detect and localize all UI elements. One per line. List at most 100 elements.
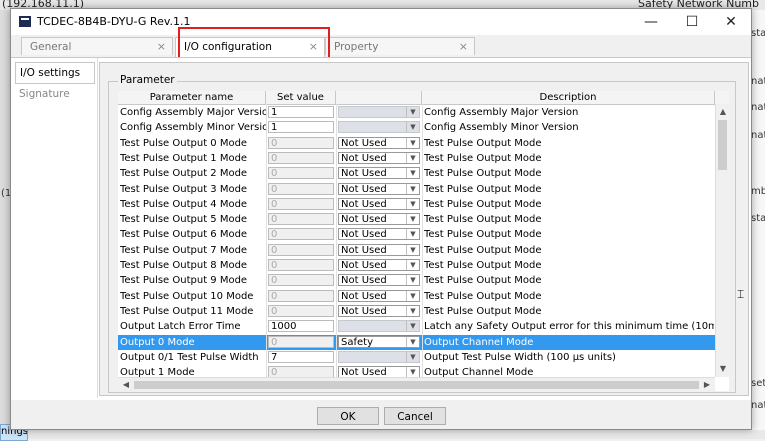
column-header-name[interactable]: Parameter name <box>118 91 266 104</box>
tab-strip: General × I/O configuration × Property × <box>11 37 751 57</box>
parameter-row[interactable]: Test Pulse Output 2 Mode 0 Not Used ▼ Test P… <box>118 166 715 181</box>
scroll-thumb[interactable] <box>134 381 699 389</box>
dropdown-arrow-icon[interactable]: ▼ <box>406 244 419 255</box>
parameter-row[interactable]: Test Pulse Output 1 Mode 0 Not Used ▼ Test P… <box>118 151 715 166</box>
parameter-row[interactable]: Test Pulse Output 3 Mode 0 Not Used ▼ Test P… <box>118 182 715 197</box>
parameter-row[interactable]: Config Assembly Minor Version 1 ▼ Config As… <box>118 120 715 135</box>
mode-dropdown[interactable]: Not Used ▼ <box>338 213 420 226</box>
dropdown-arrow-icon[interactable]: ▼ <box>406 290 419 301</box>
scroll-thumb[interactable] <box>718 120 727 170</box>
dropdown-arrow-icon[interactable]: ▼ <box>406 137 419 148</box>
dropdown-arrow-icon[interactable]: ▼ <box>406 351 419 362</box>
dropdown-arrow-icon[interactable]: ▼ <box>406 214 419 225</box>
dropdown-arrow-icon[interactable]: ▼ <box>406 198 419 209</box>
parameter-row[interactable]: Output Latch Error Time 1000 ▼ Latch any Sa… <box>118 319 715 334</box>
mode-dropdown[interactable]: Not Used ▼ <box>338 151 420 164</box>
set-value-field[interactable]: 1 <box>268 121 334 134</box>
mode-dropdown-value: Not Used <box>341 183 387 195</box>
close-button[interactable]: ✕ <box>711 9 751 35</box>
horizontal-scrollbar[interactable]: ◀ ▶ <box>118 377 715 391</box>
tab-close-icon[interactable]: × <box>157 38 166 56</box>
maximize-button[interactable]: ☐ <box>672 9 712 35</box>
column-header-description[interactable]: Description <box>422 91 715 104</box>
mode-dropdown[interactable]: Not Used ▼ <box>338 136 420 149</box>
tab-general[interactable]: General × <box>21 37 173 55</box>
mode-dropdown[interactable]: Not Used ▼ <box>338 289 420 302</box>
mode-dropdown[interactable]: Not Used ▼ <box>338 243 420 256</box>
parameter-name: Output 0 Mode <box>120 336 195 348</box>
dropdown-arrow-icon[interactable]: ▼ <box>406 336 419 347</box>
parameter-row[interactable]: Test Pulse Output 7 Mode 0 Not Used ▼ Test P… <box>118 243 715 258</box>
mode-dropdown[interactable]: Safety ▼ <box>338 335 420 348</box>
tab-close-icon[interactable]: × <box>309 38 318 56</box>
parameter-description: Output Test Pulse Width (100 μs units) <box>424 351 616 363</box>
dropdown-arrow-icon[interactable]: ▼ <box>406 229 419 240</box>
tab-close-icon[interactable]: × <box>459 38 468 56</box>
parameter-name: Test Pulse Output 8 Mode <box>120 260 248 271</box>
mode-dropdown[interactable]: Not Used ▼ <box>338 182 420 195</box>
column-divider <box>422 104 423 391</box>
parameter-description: Test Pulse Output Mode <box>424 229 542 241</box>
parameter-row[interactable]: Test Pulse Output 8 Mode 0 Not Used ▼ Test P… <box>118 258 715 273</box>
set-value-field[interactable]: 1 <box>268 106 334 118</box>
dropdown-arrow-icon[interactable]: ▼ <box>406 305 419 316</box>
parameter-name: Output Latch Error Time <box>120 321 241 333</box>
dropdown-arrow-icon[interactable]: ▼ <box>406 321 419 332</box>
parameter-row[interactable]: Config Assembly Major Version 1 ▼ Config As… <box>118 105 715 120</box>
parameter-row[interactable]: Test Pulse Output 0 Mode 0 Not Used ▼ Test P… <box>118 136 715 151</box>
dropdown-arrow-icon[interactable]: ▼ <box>406 367 419 378</box>
set-value-field: 0 <box>268 335 334 348</box>
dropdown-arrow-icon[interactable]: ▼ <box>406 260 419 270</box>
minimize-button[interactable]: — <box>631 9 671 35</box>
set-value-field: 0 <box>268 274 334 287</box>
column-header-mode[interactable] <box>336 91 422 104</box>
parameter-row[interactable]: Test Pulse Output 6 Mode 0 Not Used ▼ Test P… <box>118 227 715 242</box>
set-value-field: 0 <box>268 213 334 226</box>
scroll-left-icon[interactable]: ◀ <box>120 379 132 391</box>
sidebar-item-io-settings[interactable]: I/O settings <box>15 62 95 84</box>
dropdown-arrow-icon[interactable]: ▼ <box>406 107 419 117</box>
background-fragment: mb <box>751 186 765 197</box>
parameter-row[interactable]: Output 0 Mode 0 Safety ▼ Output Channel Mode <box>118 334 715 350</box>
dropdown-arrow-icon[interactable]: ▼ <box>406 152 419 163</box>
tab-property[interactable]: Property × <box>325 37 475 55</box>
dialog-footer: OK Cancel <box>11 399 751 429</box>
parameter-name: Test Pulse Output 4 Mode <box>120 198 248 210</box>
set-value-field[interactable]: 1000 <box>268 320 334 333</box>
parameter-row[interactable]: Test Pulse Output 10 Mode 0 Not Used ▼ Test … <box>118 289 715 304</box>
parameter-row[interactable]: Test Pulse Output 9 Mode 0 Not Used ▼ Test P… <box>118 273 715 288</box>
mode-dropdown[interactable]: Not Used ▼ <box>338 167 420 180</box>
dropdown-arrow-icon[interactable]: ▼ <box>406 275 419 286</box>
sidebar-item-signature[interactable]: Signature <box>15 84 95 104</box>
ok-button[interactable]: OK <box>317 407 379 425</box>
set-value-field[interactable]: 7 <box>268 350 334 363</box>
tab-label: General <box>30 41 72 53</box>
scroll-right-icon[interactable]: ▶ <box>701 379 713 391</box>
dropdown-arrow-icon[interactable]: ▼ <box>406 183 419 194</box>
title-bar[interactable]: TCDEC-8B4B-DYU-G Rev.1.1 — ☐ ✕ <box>11 9 751 35</box>
parameter-row[interactable]: Test Pulse Output 11 Mode 0 Not Used ▼ Test … <box>118 304 715 319</box>
cancel-button[interactable]: Cancel <box>384 407 446 425</box>
mode-dropdown-value: Safety <box>341 336 373 348</box>
scroll-up-icon[interactable]: ▲ <box>717 106 729 118</box>
tab-label: Property <box>334 41 379 53</box>
parameter-name: Test Pulse Output 1 Mode <box>120 152 248 164</box>
set-value-field: 0 <box>268 228 334 241</box>
mode-dropdown[interactable]: Not Used ▼ <box>338 274 420 287</box>
vertical-scrollbar[interactable]: ▲ ▼ <box>715 104 729 377</box>
parameter-row[interactable]: Test Pulse Output 5 Mode 0 Not Used ▼ Test P… <box>118 212 715 227</box>
parameter-row[interactable]: Output 0/1 Test Pulse Width 7 ▼ Output Test… <box>118 350 715 365</box>
dropdown-arrow-icon[interactable]: ▼ <box>406 168 419 179</box>
mode-dropdown[interactable]: Not Used ▼ <box>338 304 420 317</box>
parameter-description: Config Assembly Minor Version <box>424 122 579 134</box>
scroll-down-icon[interactable]: ▼ <box>717 363 729 375</box>
mode-dropdown[interactable]: Not Used ▼ <box>338 228 420 241</box>
background-fragment: star <box>751 28 765 39</box>
mode-dropdown: ▼ <box>338 350 420 363</box>
tab-io-configuration[interactable]: I/O configuration × <box>175 37 325 57</box>
mode-dropdown[interactable]: Not Used ▼ <box>338 259 420 271</box>
mode-dropdown[interactable]: Not Used ▼ <box>338 197 420 210</box>
parameter-row[interactable]: Test Pulse Output 4 Mode 0 Not Used ▼ Test P… <box>118 197 715 212</box>
dropdown-arrow-icon[interactable]: ▼ <box>406 122 419 133</box>
column-header-value[interactable]: Set value <box>266 91 336 104</box>
